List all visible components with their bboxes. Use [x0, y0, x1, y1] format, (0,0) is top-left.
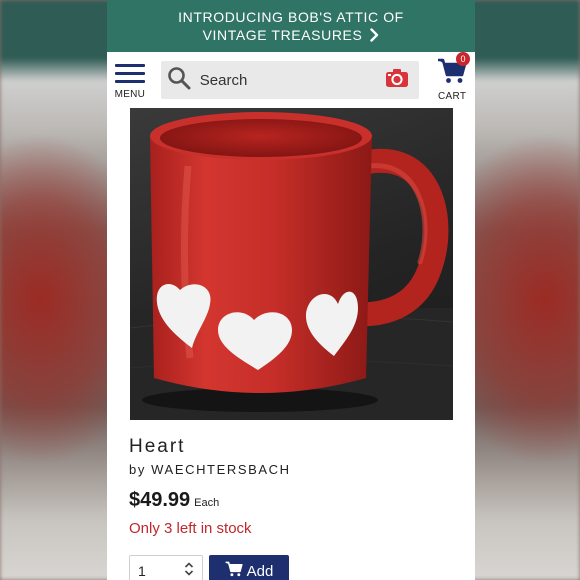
add-to-cart-button[interactable]: Add: [209, 555, 289, 580]
mobile-page: INTRODUCING BOB'S ATTIC OF VINTAGE TREAS…: [107, 0, 475, 580]
stepper-icon[interactable]: [184, 561, 194, 580]
brand-prefix: by: [129, 462, 146, 477]
promo-line-2-wrap: VINTAGE TREASURES: [203, 26, 380, 44]
cart-label: CART: [437, 91, 467, 102]
price-unit: Each: [194, 497, 220, 509]
promo-line-1: INTRODUCING BOB'S ATTIC OF: [178, 9, 404, 25]
cart-count-badge: 0: [456, 52, 471, 66]
product-image[interactable]: [130, 108, 453, 420]
chevron-right-icon: [370, 28, 379, 42]
search-input[interactable]: Search: [200, 72, 385, 89]
quantity-value[interactable]: 1: [138, 563, 146, 579]
stock-note: Only 3 left in stock: [129, 520, 252, 537]
menu-label: MENU: [114, 89, 146, 100]
quantity-stepper[interactable]: 1: [129, 555, 203, 580]
promo-banner[interactable]: INTRODUCING BOB'S ATTIC OF VINTAGE TREAS…: [107, 0, 475, 52]
product-price: $49.99 Each: [129, 489, 219, 512]
cart-icon: [225, 561, 243, 580]
menu-button[interactable]: MENU: [113, 60, 147, 100]
hamburger-menu-icon: [114, 64, 145, 83]
product-title: Heart: [129, 436, 186, 457]
search-bar[interactable]: Search: [160, 61, 420, 99]
site-header: MENU Search 0 CART: [107, 52, 475, 108]
add-button-label: Add: [246, 562, 274, 580]
price-amount: $49.99: [129, 489, 191, 511]
search-icon: [167, 66, 191, 95]
cart-button[interactable]: 0 CART: [435, 52, 471, 102]
brand-name[interactable]: WAECHTERSBACH: [151, 462, 291, 477]
promo-line-2: VINTAGE TREASURES: [202, 27, 363, 43]
product-brand-line: by WAECHTERSBACH: [129, 462, 291, 477]
camera-icon[interactable]: [385, 68, 409, 93]
